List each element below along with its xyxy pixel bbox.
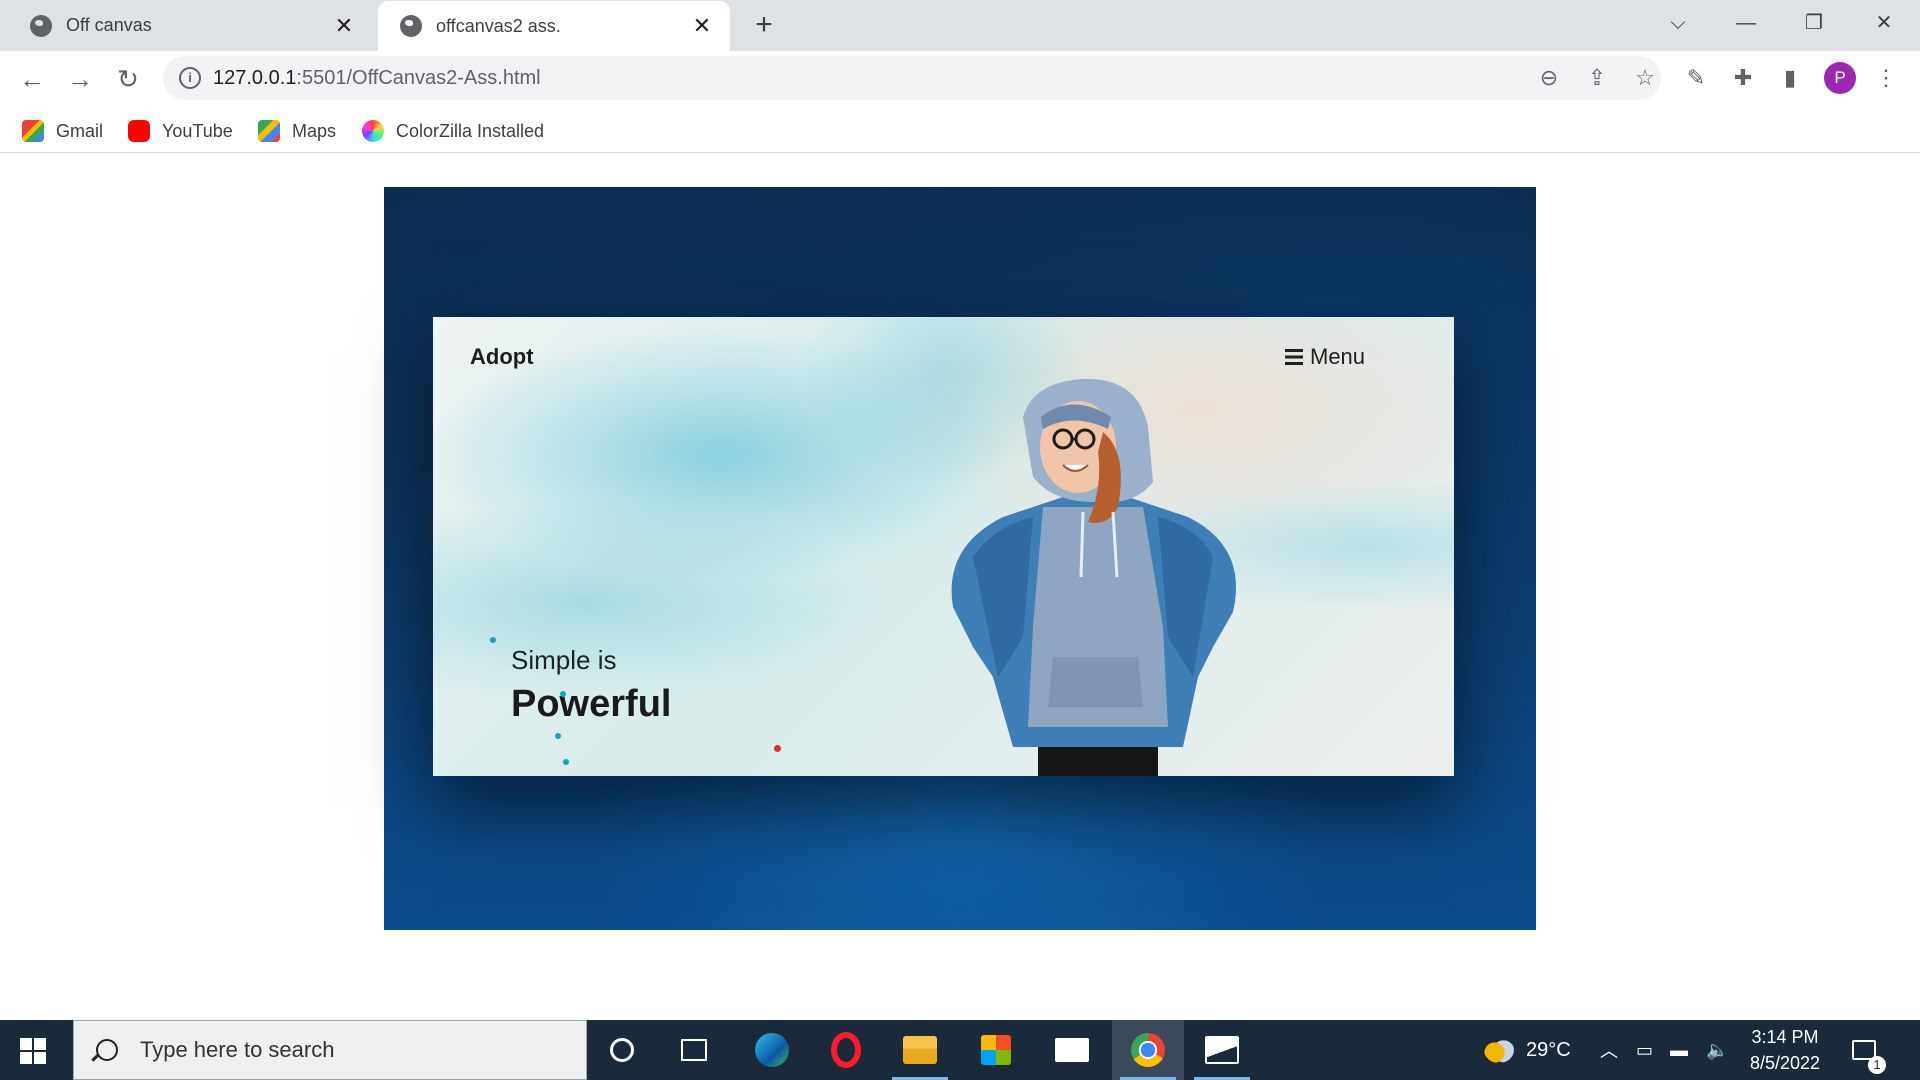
- edge-icon[interactable]: [736, 1020, 808, 1080]
- tab-title: offcanvas2 ass.: [436, 15, 561, 36]
- tab-strip: Off canvas ✕ offcanvas2 ass. ✕ + ⌵ — ❐ ✕: [0, 0, 1920, 51]
- minimize-button[interactable]: —: [1718, 6, 1774, 40]
- weather-widget[interactable]: 29°C: [1484, 1020, 1571, 1080]
- microsoft-store-icon[interactable]: [960, 1020, 1032, 1080]
- share-icon[interactable]: ⇪: [1583, 64, 1611, 92]
- side-panel-icon[interactable]: ▮: [1774, 62, 1806, 94]
- battery-icon[interactable]: ▬: [1670, 1020, 1688, 1080]
- hamburger-icon: [1285, 349, 1303, 365]
- decor-dot: [563, 759, 569, 765]
- new-tab-button[interactable]: +: [748, 9, 780, 41]
- task-view-icon[interactable]: [658, 1020, 730, 1080]
- notifications-icon[interactable]: 1: [1852, 1020, 1886, 1080]
- search-icon: [96, 1039, 118, 1061]
- cortana-icon[interactable]: [586, 1020, 658, 1080]
- weather-temp: 29°C: [1526, 1038, 1571, 1061]
- bookmark-maps[interactable]: Maps: [258, 120, 336, 142]
- menu-label: Menu: [1310, 344, 1366, 369]
- url-text[interactable]: 127.0.0.1:5501/OffCanvas2-Ass.html: [213, 67, 541, 90]
- tab-title: Off canvas: [66, 15, 152, 35]
- clock-time: 3:14 PM: [1751, 1027, 1819, 1047]
- tab-search-icon[interactable]: ⌵: [1650, 6, 1706, 40]
- page-background: Adopt Menu Simple is Powerful: [384, 187, 1536, 930]
- clock-date: 8/5/2022: [1749, 1053, 1821, 1073]
- close-tab-icon[interactable]: ✕: [688, 12, 716, 40]
- bookmark-youtube[interactable]: YouTube: [128, 120, 233, 142]
- notification-count: 1: [1868, 1056, 1886, 1074]
- bookmark-gmail[interactable]: Gmail: [22, 120, 103, 142]
- brand-logo[interactable]: Adopt: [470, 344, 534, 370]
- address-bar[interactable]: i 127.0.0.1:5501/OffCanvas2-Ass.html ⊖ ⇪…: [163, 56, 1661, 100]
- zoom-icon[interactable]: ⊖: [1535, 64, 1563, 92]
- windows-taskbar: Type here to search 29°C ︿ ▭ ▬ 🔈 3:14 PM…: [0, 1020, 1920, 1080]
- search-placeholder: Type here to search: [140, 1037, 335, 1062]
- hero-card: Adopt Menu Simple is Powerful: [433, 317, 1454, 776]
- restore-button[interactable]: ❐: [1786, 6, 1842, 40]
- tab-off-canvas[interactable]: Off canvas ✕: [0, 0, 372, 51]
- eyedropper-extension-icon[interactable]: ✎: [1680, 62, 1712, 94]
- globe-icon: [30, 14, 52, 37]
- close-tab-icon[interactable]: ✕: [330, 12, 358, 40]
- profile-avatar[interactable]: P: [1824, 62, 1856, 94]
- site-info-icon[interactable]: i: [179, 67, 201, 89]
- gmail-icon: [22, 120, 44, 142]
- hero-subtitle: Simple is: [511, 645, 617, 675]
- forward-button[interactable]: →: [62, 62, 98, 96]
- bookmarks-bar: Gmail YouTube Maps ColorZilla Installed: [0, 108, 1920, 153]
- globe-icon: [400, 15, 422, 37]
- show-hidden-icons-chevron-icon[interactable]: ︿: [1600, 1020, 1618, 1080]
- bookmark-colorzilla[interactable]: ColorZilla Installed: [362, 120, 544, 142]
- decor-dot: [774, 745, 781, 752]
- photos-icon[interactable]: [1186, 1020, 1258, 1080]
- more-menu-icon[interactable]: ⋮: [1870, 62, 1902, 94]
- chrome-icon[interactable]: [1112, 1020, 1184, 1080]
- tab-offcanvas2[interactable]: offcanvas2 ass. ✕: [378, 1, 730, 51]
- youtube-icon: [128, 120, 150, 142]
- mail-icon[interactable]: [1036, 1020, 1108, 1080]
- extensions-puzzle-icon[interactable]: ✚: [1727, 62, 1759, 94]
- menu-button[interactable]: Menu: [1285, 344, 1365, 370]
- taskbar-search-input[interactable]: Type here to search: [73, 1020, 587, 1080]
- hero-title: Powerful: [511, 683, 672, 725]
- meet-now-icon[interactable]: ▭: [1636, 1020, 1653, 1080]
- volume-icon[interactable]: 🔈: [1706, 1020, 1728, 1080]
- opera-icon[interactable]: [810, 1020, 882, 1080]
- back-button[interactable]: ←: [14, 62, 50, 96]
- colorzilla-icon: [362, 120, 384, 142]
- decor-dot: [555, 733, 561, 739]
- decor-dot: [560, 691, 566, 697]
- maps-icon: [258, 120, 280, 142]
- reload-button[interactable]: ↻: [110, 62, 146, 96]
- close-window-button[interactable]: ✕: [1856, 6, 1912, 40]
- hero-person-image: [951, 378, 1236, 776]
- system-clock[interactable]: 3:14 PM 8/5/2022: [1740, 1024, 1830, 1076]
- windows-start-icon[interactable]: [20, 1038, 46, 1064]
- decor-dot: [490, 637, 496, 643]
- file-explorer-icon[interactable]: [884, 1020, 956, 1080]
- weather-sunny-cloud-icon: [1484, 1037, 1514, 1063]
- bookmark-star-icon[interactable]: ☆: [1631, 64, 1659, 92]
